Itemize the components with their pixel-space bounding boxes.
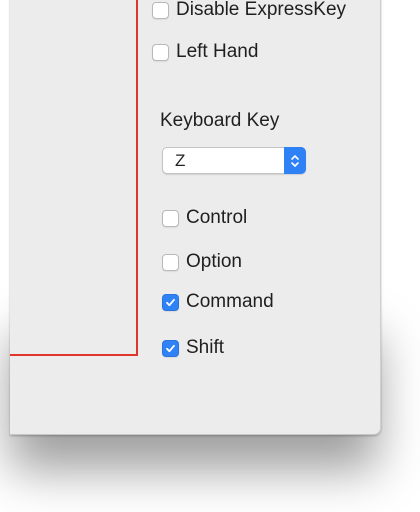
left-hand-option[interactable]: Left Hand — [152, 40, 258, 64]
modifier-control[interactable]: Control — [162, 206, 247, 230]
control-checkbox[interactable] — [162, 209, 179, 227]
checkmark-icon — [166, 344, 175, 352]
modifier-option[interactable]: Option — [162, 250, 242, 274]
command-label: Command — [186, 291, 274, 312]
modifier-shift[interactable]: Shift — [162, 336, 224, 360]
control-label: Control — [186, 207, 248, 228]
checkmark-icon — [166, 298, 175, 306]
left-hand-label: Left Hand — [176, 41, 259, 62]
disable-expresskey-checkbox[interactable] — [152, 1, 169, 19]
disable-expresskey-option[interactable]: Disable ExpressKey — [152, 0, 346, 22]
keyboard-key-value: Z — [175, 151, 186, 170]
keyboard-key-heading: Keyboard Key — [160, 110, 280, 131]
highlighted-panel — [10, 0, 138, 356]
preferences-window: Disable ExpressKey Left Hand Keyboard Ke… — [10, 0, 381, 435]
option-checkbox[interactable] — [162, 253, 179, 271]
shift-label: Shift — [186, 337, 225, 358]
shift-checkbox[interactable] — [162, 339, 179, 357]
modifier-command[interactable]: Command — [162, 290, 274, 314]
up-down-chevron-icon[interactable] — [284, 147, 306, 174]
left-hand-checkbox[interactable] — [152, 43, 169, 61]
disable-expresskey-label: Disable ExpressKey — [176, 0, 347, 20]
command-checkbox[interactable] — [162, 293, 179, 311]
screenshot-stage: Disable ExpressKey Left Hand Keyboard Ke… — [0, 0, 420, 512]
keyboard-key-popup[interactable]: Z — [162, 147, 306, 174]
option-label: Option — [186, 251, 242, 272]
